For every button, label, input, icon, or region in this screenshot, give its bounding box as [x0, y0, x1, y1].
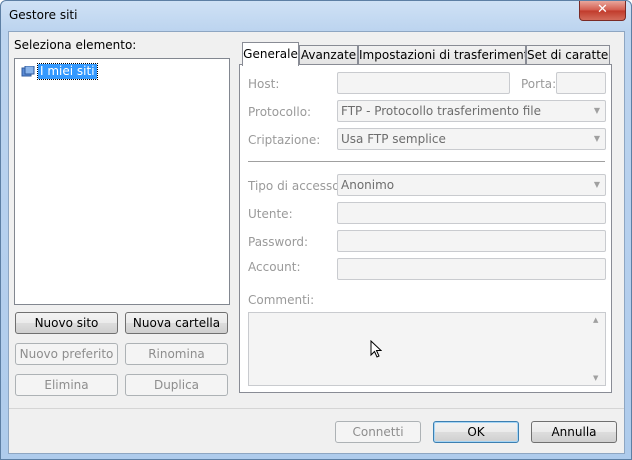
dialog-body: Seleziona elemento: I miei siti Nuovo si… — [8, 31, 625, 454]
divider — [248, 161, 605, 162]
scroll-down-icon[interactable]: ▼ — [593, 374, 598, 382]
settings-tabs: Generale Avanzate Impostazioni di trasfe… — [239, 42, 612, 393]
comments-scrollbar[interactable]: ▲ ▼ — [589, 313, 605, 385]
tab-advanced[interactable]: Avanzate — [299, 45, 358, 65]
encryption-value: Usa FTP semplice — [341, 132, 446, 146]
tab-transfer-settings[interactable]: Impostazioni di trasferimento — [358, 45, 526, 65]
mouse-cursor-icon — [370, 340, 382, 358]
sites-folder-icon — [21, 66, 35, 77]
encryption-select[interactable]: Usa FTP semplice ▼ — [337, 128, 606, 150]
rename-button[interactable]: Rinomina — [125, 343, 228, 365]
chevron-down-icon: ▼ — [593, 106, 600, 115]
ok-button[interactable]: OK — [433, 421, 519, 443]
chevron-down-icon: ▼ — [593, 180, 600, 189]
user-field[interactable] — [337, 202, 606, 224]
tab-general[interactable]: Generale — [242, 42, 299, 66]
logon-type-label: Tipo di accesso: — [248, 179, 344, 193]
password-label: Password: — [248, 235, 309, 249]
protocol-select[interactable]: FTP - Protocollo trasferimento file ▼ — [337, 100, 606, 122]
cancel-button[interactable]: Annulla — [531, 421, 617, 443]
account-label: Account: — [248, 260, 301, 274]
port-label: Porta: — [521, 77, 557, 91]
logon-type-value: Anonimo — [341, 178, 395, 192]
new-bookmark-button[interactable]: Nuovo preferito — [15, 343, 118, 365]
tab-charset[interactable]: Set di caratteri — [526, 45, 610, 65]
new-folder-button[interactable]: Nuova cartella — [125, 312, 228, 334]
chevron-down-icon: ▼ — [593, 134, 600, 143]
password-field[interactable] — [337, 230, 606, 252]
comments-textarea[interactable]: ▲ ▼ — [248, 312, 606, 386]
encryption-label: Criptazione: — [248, 133, 321, 147]
window-title: Gestore siti — [9, 8, 78, 22]
tree-item-label: I miei siti — [37, 63, 98, 80]
delete-button[interactable]: Elimina — [15, 374, 118, 396]
general-panel: Host: Porta: Protocollo: FTP - Protocoll… — [239, 64, 612, 393]
site-tree[interactable]: I miei siti — [14, 58, 230, 305]
close-icon: ✕ — [597, 2, 608, 17]
select-entry-label: Seleziona elemento: — [14, 38, 137, 52]
new-site-button[interactable]: Nuovo sito — [15, 312, 118, 334]
user-label: Utente: — [248, 207, 293, 221]
footer-bar: Connetti OK Annulla — [9, 409, 624, 453]
port-field[interactable] — [556, 72, 606, 94]
protocol-label: Protocollo: — [248, 105, 312, 119]
protocol-value: FTP - Protocollo trasferimento file — [341, 104, 541, 118]
connect-button[interactable]: Connetti — [335, 421, 421, 443]
close-button[interactable]: ✕ — [579, 1, 626, 21]
account-field[interactable] — [337, 258, 606, 280]
comments-label: Commenti: — [248, 293, 315, 307]
logon-type-select[interactable]: Anonimo ▼ — [337, 174, 606, 196]
host-field[interactable] — [337, 72, 510, 94]
duplicate-button[interactable]: Duplica — [125, 374, 228, 396]
host-label: Host: — [248, 77, 280, 91]
site-manager-window: Gestore siti ✕ Seleziona elemento: I mie… — [0, 0, 632, 460]
title-bar[interactable]: Gestore siti ✕ — [1, 1, 631, 31]
scroll-up-icon[interactable]: ▲ — [593, 316, 598, 324]
